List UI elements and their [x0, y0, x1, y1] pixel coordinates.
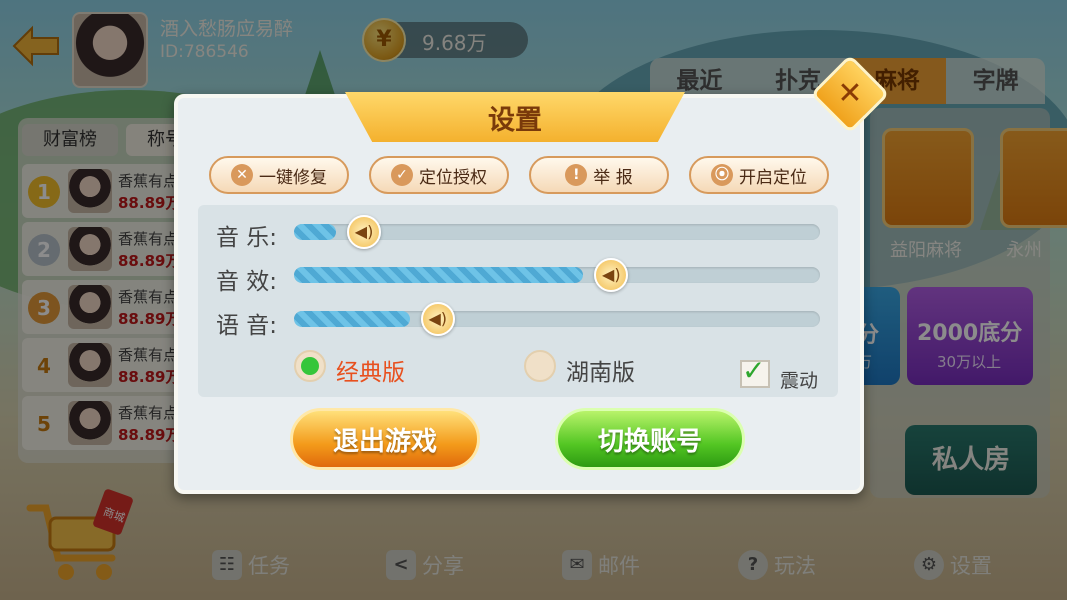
dialog-title: 设置 [488, 105, 542, 136]
report-button[interactable]: ! 举 报 [529, 156, 669, 194]
quit-game-button[interactable]: 退出游戏 [290, 408, 480, 470]
enable-location-button[interactable]: ⦿ 开启定位 [689, 156, 829, 194]
music-label: 音 乐: [216, 225, 278, 251]
vibrate-label: 震动 [780, 370, 819, 392]
button-label: 开启定位 [739, 167, 807, 188]
voice-label: 语 音: [216, 313, 278, 339]
location-pin-icon: ⦿ [711, 164, 733, 186]
radio-classic-label: 经典版 [336, 360, 405, 386]
radio-classic[interactable] [294, 350, 326, 382]
voice-slider[interactable] [294, 311, 820, 327]
radio-hunan[interactable] [524, 350, 556, 382]
speaker-icon[interactable]: ◀) [420, 302, 455, 336]
button-label: 举 报 [593, 167, 633, 188]
repair-button[interactable]: ✕ 一键修复 [209, 156, 349, 194]
radio-hunan-label: 湖南版 [566, 360, 635, 386]
location-auth-button[interactable]: ✓ 定位授权 [369, 156, 509, 194]
switch-account-button[interactable]: 切换账号 [555, 408, 745, 470]
wrench-icon: ✕ [231, 164, 253, 186]
slider-fill [294, 311, 410, 327]
exclamation-icon: ! [565, 164, 588, 186]
slider-fill [294, 224, 337, 240]
sfx-label: 音 效: [216, 269, 278, 295]
button-label: 一键修复 [259, 167, 327, 188]
speaker-icon[interactable]: ◀) [347, 215, 382, 249]
button-label: 定位授权 [419, 167, 487, 188]
sfx-slider[interactable] [294, 267, 820, 283]
shield-icon: ✓ [391, 164, 413, 186]
close-icon[interactable]: ✕ [822, 66, 878, 122]
slider-fill [294, 267, 584, 283]
checkmark-icon[interactable]: ✓ [742, 354, 765, 387]
